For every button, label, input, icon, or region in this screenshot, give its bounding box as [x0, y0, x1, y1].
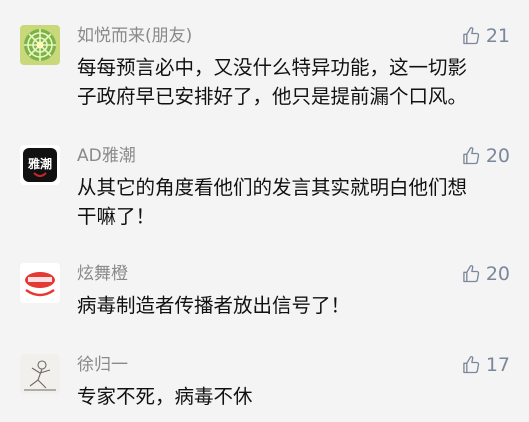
like-button[interactable]: 17 — [461, 353, 510, 377]
thumbs-up-icon — [463, 147, 479, 165]
black-logo-avatar-image: 雅潮 — [20, 145, 60, 185]
comment-text: 专家不死，病毒不休 — [77, 382, 497, 411]
comment-text: 病毒制造者传播者放出信号了！ — [77, 291, 497, 320]
like-count: 20 — [485, 145, 510, 167]
comment-text: 每每预言必中，又没什么特异功能，这一切影 子政府早已安排好了，他只是提前漏个口风… — [77, 53, 497, 111]
comment-text: 从其它的角度看他们的发言其实就明白他们想 干嘛了！ — [77, 173, 497, 231]
comment-text-line: 病毒制造者传播者放出信号了！ — [77, 294, 351, 317]
commenter-name[interactable]: AD雅潮 — [77, 145, 136, 167]
comment-list: 如悦而来(朋友) 21 每每预言必中，又没什么特异功能，这一切影 子政府早已安排… — [0, 0, 529, 422]
comment-text-line: 每每预言必中，又没什么特异功能，这一切影 — [77, 56, 468, 79]
avatar[interactable] — [20, 354, 60, 394]
comment-text-line: 子政府早已安排好了，他只是提前漏个口风。 — [77, 85, 468, 108]
like-count: 21 — [485, 25, 510, 47]
comment-text-line: 从其它的角度看他们的发言其实就明白他们想 — [77, 176, 468, 199]
commenter-name[interactable]: 徐归一 — [77, 354, 128, 376]
avatar[interactable] — [20, 263, 60, 303]
avatar-logo-text: 雅潮 — [27, 156, 52, 171]
red-logo-avatar-image — [20, 263, 60, 303]
sketch-avatar-image — [20, 354, 60, 394]
like-count: 17 — [485, 354, 510, 376]
like-button[interactable]: 20 — [461, 144, 510, 168]
like-count: 20 — [485, 263, 510, 285]
commenter-name[interactable]: 炫舞橙 — [77, 263, 128, 285]
commenter-name[interactable]: 如悦而来(朋友) — [77, 25, 192, 47]
thumbs-up-icon — [463, 27, 479, 45]
thumbs-up-icon — [463, 356, 479, 374]
like-button[interactable]: 21 — [461, 24, 510, 48]
green-flower-avatar-image — [20, 25, 60, 65]
comment-text-line: 专家不死，病毒不休 — [77, 385, 253, 408]
thumbs-up-icon — [463, 265, 479, 283]
comment-text-line: 干嘛了！ — [77, 205, 156, 228]
avatar[interactable] — [20, 25, 60, 65]
avatar[interactable]: 雅潮 — [20, 145, 60, 185]
like-button[interactable]: 20 — [461, 262, 510, 286]
